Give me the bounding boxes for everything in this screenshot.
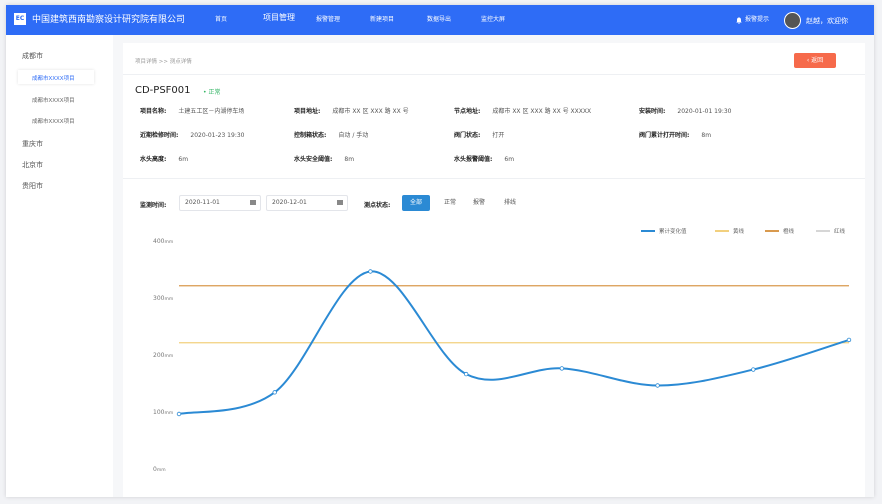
info-field-value: 成都市 XX 区 XXX 路 XX 号 [332, 108, 409, 115]
info-field: 近期检修时间: 2020-01-23 19:30 [140, 130, 244, 139]
nav-item[interactable]: 监控大屏 [481, 5, 505, 35]
legend-swatch [765, 230, 779, 232]
nav-item[interactable]: 项目管理 [263, 5, 295, 35]
info-field: 控制箱状态: 自动 / 手动 [294, 130, 368, 139]
info-field: 安装时间: 2020-01-01 19:30 [639, 106, 731, 115]
info-field-value: 土建五工区－内湖停车场 [178, 108, 245, 115]
info-field-label: 阀门状态: [454, 132, 481, 139]
start-date-input[interactable]: 2020-11-01 [179, 195, 261, 211]
header-divider [123, 74, 865, 75]
top-navigation-bar: EC 中国建筑西南勘察设计研究院有限公司 首页 项目管理 报警管理 新建项目 数据导出 监… [6, 5, 874, 35]
company-logo-icon: EC [14, 12, 26, 25]
info-field-label: 近期检修时间: [140, 132, 179, 139]
end-date-input[interactable]: 2020-12-01 [266, 195, 348, 211]
info-field-value: 2020-01-01 19:30 [677, 108, 732, 115]
user-greeting: 赵越，欢迎你 [806, 16, 848, 25]
legend-swatch [816, 230, 830, 232]
info-field: 阀门状态: 打开 [454, 130, 504, 139]
info-field-value: 6m [504, 156, 515, 163]
state-filter-button[interactable]: 排线 [496, 195, 524, 211]
data-point[interactable] [176, 411, 182, 417]
info-divider [123, 178, 865, 179]
sidebar-city-item[interactable]: 成都市 [22, 51, 43, 61]
info-field-value: 自动 / 手动 [338, 132, 369, 139]
info-field: 项目名称: 土建五工区－内湖停车场 [140, 106, 244, 115]
bell-icon [736, 17, 742, 24]
info-field-label: 安装时间: [639, 108, 666, 115]
state-filter-button[interactable]: 正常 [436, 195, 464, 211]
info-field-value: 8m [701, 132, 712, 139]
info-field-label: 项目名称: [140, 108, 167, 115]
legend-swatch [715, 230, 729, 232]
point-state-label: 测点状态: [364, 202, 391, 209]
info-field-label: 水头报警阈值: [454, 156, 493, 163]
data-point[interactable] [559, 366, 565, 371]
status-badge: • 正常 [203, 89, 221, 96]
detail-panel: 项目详情 >> 测点详情 ‹ 返回 CD-PSF001 • 正常 项目名称: 土建… [123, 43, 865, 497]
sidebar-project-item[interactable]: 成都市XXXX项目 [32, 117, 75, 125]
calendar-icon [250, 200, 256, 205]
info-field: 水头高度: 6m [140, 154, 188, 163]
info-field: 阀门累计打开时间: 8m [639, 130, 711, 139]
nav-item[interactable]: 报警管理 [316, 5, 340, 35]
end-date-value: 2020-12-01 [272, 199, 307, 206]
info-field-label: 项目地址: [294, 108, 321, 115]
brand[interactable]: EC 中国建筑西南勘察设计研究院有限公司 [14, 12, 185, 25]
line-chart [176, 269, 852, 417]
info-field: 项目地址: 成都市 XX 区 XXX 路 XX 号 [294, 106, 409, 115]
info-field-value: 8m [344, 156, 355, 163]
alarm-notice[interactable]: 报警提示 [736, 5, 769, 35]
info-field: 节点地址: 成都市 XX 区 XXX 路 XX 号 XXXXX [454, 106, 591, 115]
legend-swatch [641, 230, 655, 232]
sidebar-project-item[interactable]: 成都市XXXX项目 [32, 74, 75, 82]
start-date-value: 2020-11-01 [185, 199, 220, 206]
data-point[interactable] [463, 371, 469, 377]
back-button[interactable]: ‹ 返回 [794, 53, 836, 68]
user-menu[interactable]: 赵越，欢迎你 [784, 12, 848, 29]
info-field-value: 成都市 XX 区 XXX 路 XX 号 XXXXX [492, 108, 592, 115]
avatar[interactable] [784, 12, 801, 29]
nav-item[interactable]: 首页 [215, 5, 227, 35]
breadcrumb: 项目详情 >> 测点详情 [135, 59, 192, 65]
calendar-icon [337, 200, 343, 205]
app-window: EC 中国建筑西南勘察设计研究院有限公司 首页 项目管理 报警管理 新建项目 数据导出监… [6, 5, 874, 497]
sidebar-city-item[interactable]: 北京市 [22, 160, 43, 170]
data-point[interactable] [751, 367, 756, 372]
info-field-label: 水头高度: [140, 156, 167, 163]
monitor-time-label: 监测时间: [140, 202, 167, 209]
info-field: 水头安全阈值: 8m [294, 154, 354, 163]
info-field-label: 控制箱状态: [294, 132, 327, 139]
sidebar-city-item[interactable]: 贵阳市 [22, 181, 43, 191]
state-filter-button[interactable]: 报警 [465, 195, 493, 211]
page-title: CD-PSF001 [135, 85, 191, 96]
company-name: 中国建筑西南勘察设计研究院有限公司 [32, 15, 186, 25]
info-field-label: 节点地址: [454, 108, 481, 115]
info-field-value: 6m [178, 156, 189, 163]
sidebar: 成都市成都市XXXX项目 成都市XXXX项目 成都市XXXX项目重庆市北京市贵阳市 [6, 35, 113, 497]
info-field-value: 打开 [492, 132, 505, 139]
data-point[interactable] [655, 383, 660, 388]
nav-item[interactable]: 数据导出 [427, 5, 451, 35]
nav-item[interactable]: 新建项目 [370, 5, 394, 35]
sidebar-city-item[interactable]: 重庆市 [22, 139, 43, 149]
sidebar-project-item[interactable]: 成都市XXXX项目 [32, 96, 75, 104]
info-field: 水头报警阈值: 6m [454, 154, 514, 163]
state-filter-button[interactable]: 全部 [402, 195, 430, 211]
data-point[interactable] [846, 337, 852, 343]
info-field-label: 水头安全阈值: [294, 156, 333, 163]
data-point[interactable] [368, 269, 373, 274]
info-field-label: 阀门累计打开时间: [639, 132, 690, 139]
data-point[interactable] [272, 390, 277, 395]
alarm-label: 报警提示 [745, 16, 770, 23]
info-field-value: 2020-01-23 19:30 [190, 132, 245, 139]
back-button-label: 返回 [811, 57, 824, 64]
